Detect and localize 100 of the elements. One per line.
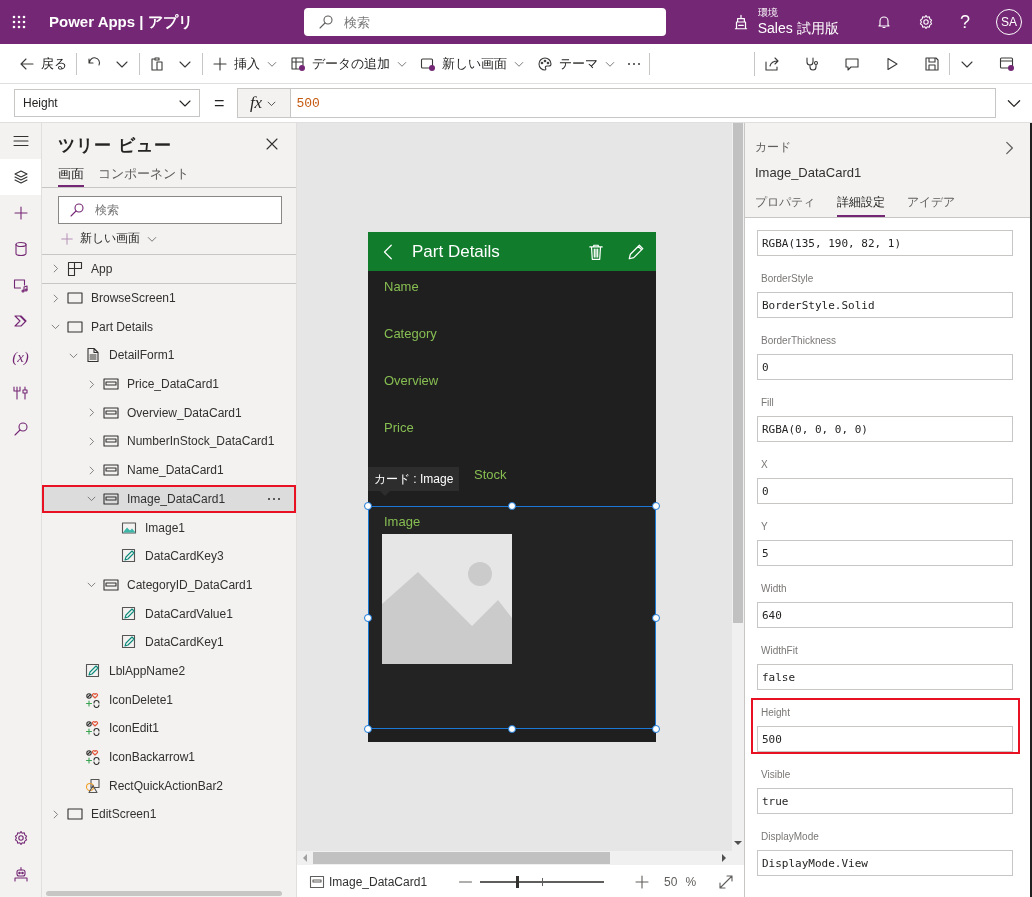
resize-handle[interactable] — [508, 502, 516, 510]
tree-item[interactable]: RectQuickActionBar2 — [42, 771, 296, 801]
property-field[interactable]: BorderStyle.Solid — [757, 292, 1013, 318]
zoom-slider[interactable] — [480, 874, 605, 889]
panel-tab[interactable]: コンポーネント — [98, 165, 189, 187]
tree-item-label: Price_DataCard1 — [127, 377, 221, 392]
publish-icon — [999, 55, 1015, 72]
tree-item-label: Image_DataCard1 — [127, 491, 227, 506]
user-avatar[interactable]: SA — [996, 9, 1022, 35]
tree-item[interactable]: IconDelete1 — [42, 685, 296, 714]
edit-label-icon — [85, 662, 101, 679]
field-label: Price — [384, 420, 414, 435]
add-data-button[interactable]: データの追加 — [285, 51, 413, 76]
tree-item[interactable]: Part Details — [42, 312, 296, 342]
database-icon — [12, 241, 29, 257]
layers-icon — [12, 169, 29, 185]
panel-tab[interactable]: 画面 — [58, 165, 84, 187]
property-field[interactable]: RGBA(0, 0, 0, 0) — [757, 416, 1013, 442]
resize-handle[interactable] — [364, 613, 372, 622]
notifications-button[interactable] — [876, 14, 892, 30]
tree-item[interactable]: Price_DataCard1 — [42, 369, 296, 399]
card-icon — [103, 490, 119, 507]
tree-item[interactable]: CategoryID_DataCard1 — [42, 570, 296, 600]
tree-item[interactable]: NumberInStock_DataCard1 — [42, 427, 296, 456]
tree-item[interactable]: IconEdit1 — [42, 714, 296, 743]
property-field[interactable]: true — [757, 788, 1013, 814]
tree-item[interactable]: Image1 — [42, 513, 296, 542]
tree-item[interactable]: BrowseScreen1 — [42, 283, 296, 313]
horizontal-scrollbar[interactable] — [297, 851, 732, 865]
tree-item-label: IconEdit1 — [109, 721, 161, 736]
more-icon[interactable] — [268, 497, 280, 500]
properties-tab[interactable]: プロパティ — [755, 194, 815, 217]
app-launcher-button[interactable] — [11, 14, 27, 30]
tree-item[interactable]: DetailForm1 — [42, 341, 296, 370]
zoom-in-button[interactable] — [634, 873, 651, 890]
property-field[interactable]: 640 — [757, 602, 1013, 628]
resize-handle[interactable] — [652, 502, 660, 510]
tree-item-label: App — [91, 261, 114, 276]
property-label: Visible — [761, 769, 792, 780]
edit-label-icon — [121, 548, 137, 565]
plus-icon — [634, 873, 651, 890]
function-button[interactable]: fx — [236, 88, 291, 118]
environment-name[interactable]: Sales 試用版 — [757, 20, 839, 38]
scrollbar[interactable] — [46, 891, 282, 896]
tree-item[interactable]: Name_DataCard1 — [42, 455, 296, 485]
tree-item-label: Image1 — [145, 520, 187, 535]
property-field[interactable]: 500 — [757, 726, 1013, 752]
resize-handle[interactable] — [652, 613, 660, 622]
fit-screen-button[interactable] — [718, 873, 735, 890]
tree-item[interactable]: DataCardKey3 — [42, 541, 296, 571]
property-label: BorderStyle — [761, 273, 815, 284]
tree-item[interactable]: EditScreen1 — [42, 800, 296, 829]
property-field[interactable]: 0 — [757, 478, 1013, 504]
property-field[interactable]: 5 — [757, 540, 1013, 566]
theme-button[interactable]: テーマ — [532, 51, 621, 76]
trash-icon[interactable] — [587, 242, 605, 261]
insert-button[interactable]: 挿入 — [207, 51, 283, 76]
help-button[interactable]: ? — [960, 11, 970, 33]
tools-icon — [12, 385, 29, 401]
property-field[interactable]: false — [757, 664, 1013, 690]
environment-caption: 環境 — [757, 6, 779, 20]
property-field[interactable]: 0 — [757, 354, 1013, 380]
tree-item[interactable]: IconBackarrow1 — [42, 742, 296, 772]
property-dropdown[interactable]: Height — [14, 89, 200, 117]
tree-search-field[interactable]: 検索 — [95, 197, 281, 223]
tree-item[interactable]: LblAppName2 — [42, 656, 296, 686]
tree-item[interactable]: Overview_DataCard1 — [42, 398, 296, 428]
control-type: カード — [755, 139, 791, 156]
tree-item[interactable]: Image_DataCard1 — [42, 484, 296, 514]
vertical-scrollbar[interactable] — [732, 123, 744, 865]
properties-tab[interactable]: 詳細設定 — [837, 194, 885, 217]
selected-control-name: Image_DataCard1 — [329, 874, 428, 889]
property-field[interactable]: DisplayMode.View — [757, 850, 1013, 876]
formula-field[interactable]: 500 — [290, 88, 996, 118]
settings-button[interactable] — [918, 14, 934, 30]
pencil-icon[interactable] — [627, 242, 645, 261]
variables-rail-button[interactable]: (x) — [0, 339, 41, 375]
properties-tab[interactable]: アイデア — [907, 194, 955, 217]
tree-item[interactable]: DataCardKey1 — [42, 627, 296, 657]
card-icon — [103, 433, 119, 450]
layers-rail-button[interactable] — [0, 159, 41, 195]
property-field[interactable]: RGBA(135, 190, 82, 1) — [757, 230, 1013, 256]
resize-handle[interactable] — [364, 502, 372, 510]
tree-item-label: CategoryID_DataCard1 — [127, 577, 254, 592]
resize-handle[interactable] — [652, 725, 660, 733]
tree-item-label: IconDelete1 — [109, 692, 175, 707]
field-label: Image — [384, 514, 421, 529]
back-button[interactable]: 戻る — [14, 51, 72, 76]
zoom-out-button[interactable] — [459, 880, 473, 883]
icons-icon — [85, 720, 101, 737]
app-title: Power Apps | アプリ — [49, 12, 193, 32]
new-screen-button[interactable]: 新しい画面 — [60, 230, 296, 247]
tree-search-box[interactable]: 検索 — [58, 196, 282, 224]
property-label: DisplayMode — [761, 831, 820, 842]
tree-item[interactable]: DataCardValue1 — [42, 599, 296, 628]
resize-handle[interactable] — [508, 725, 516, 733]
tree-item-label: IconBackarrow1 — [109, 750, 197, 765]
resize-handle[interactable] — [364, 725, 372, 733]
new-screen-button[interactable]: 新しい画面 — [415, 51, 530, 76]
tree-item[interactable]: App — [42, 255, 296, 284]
